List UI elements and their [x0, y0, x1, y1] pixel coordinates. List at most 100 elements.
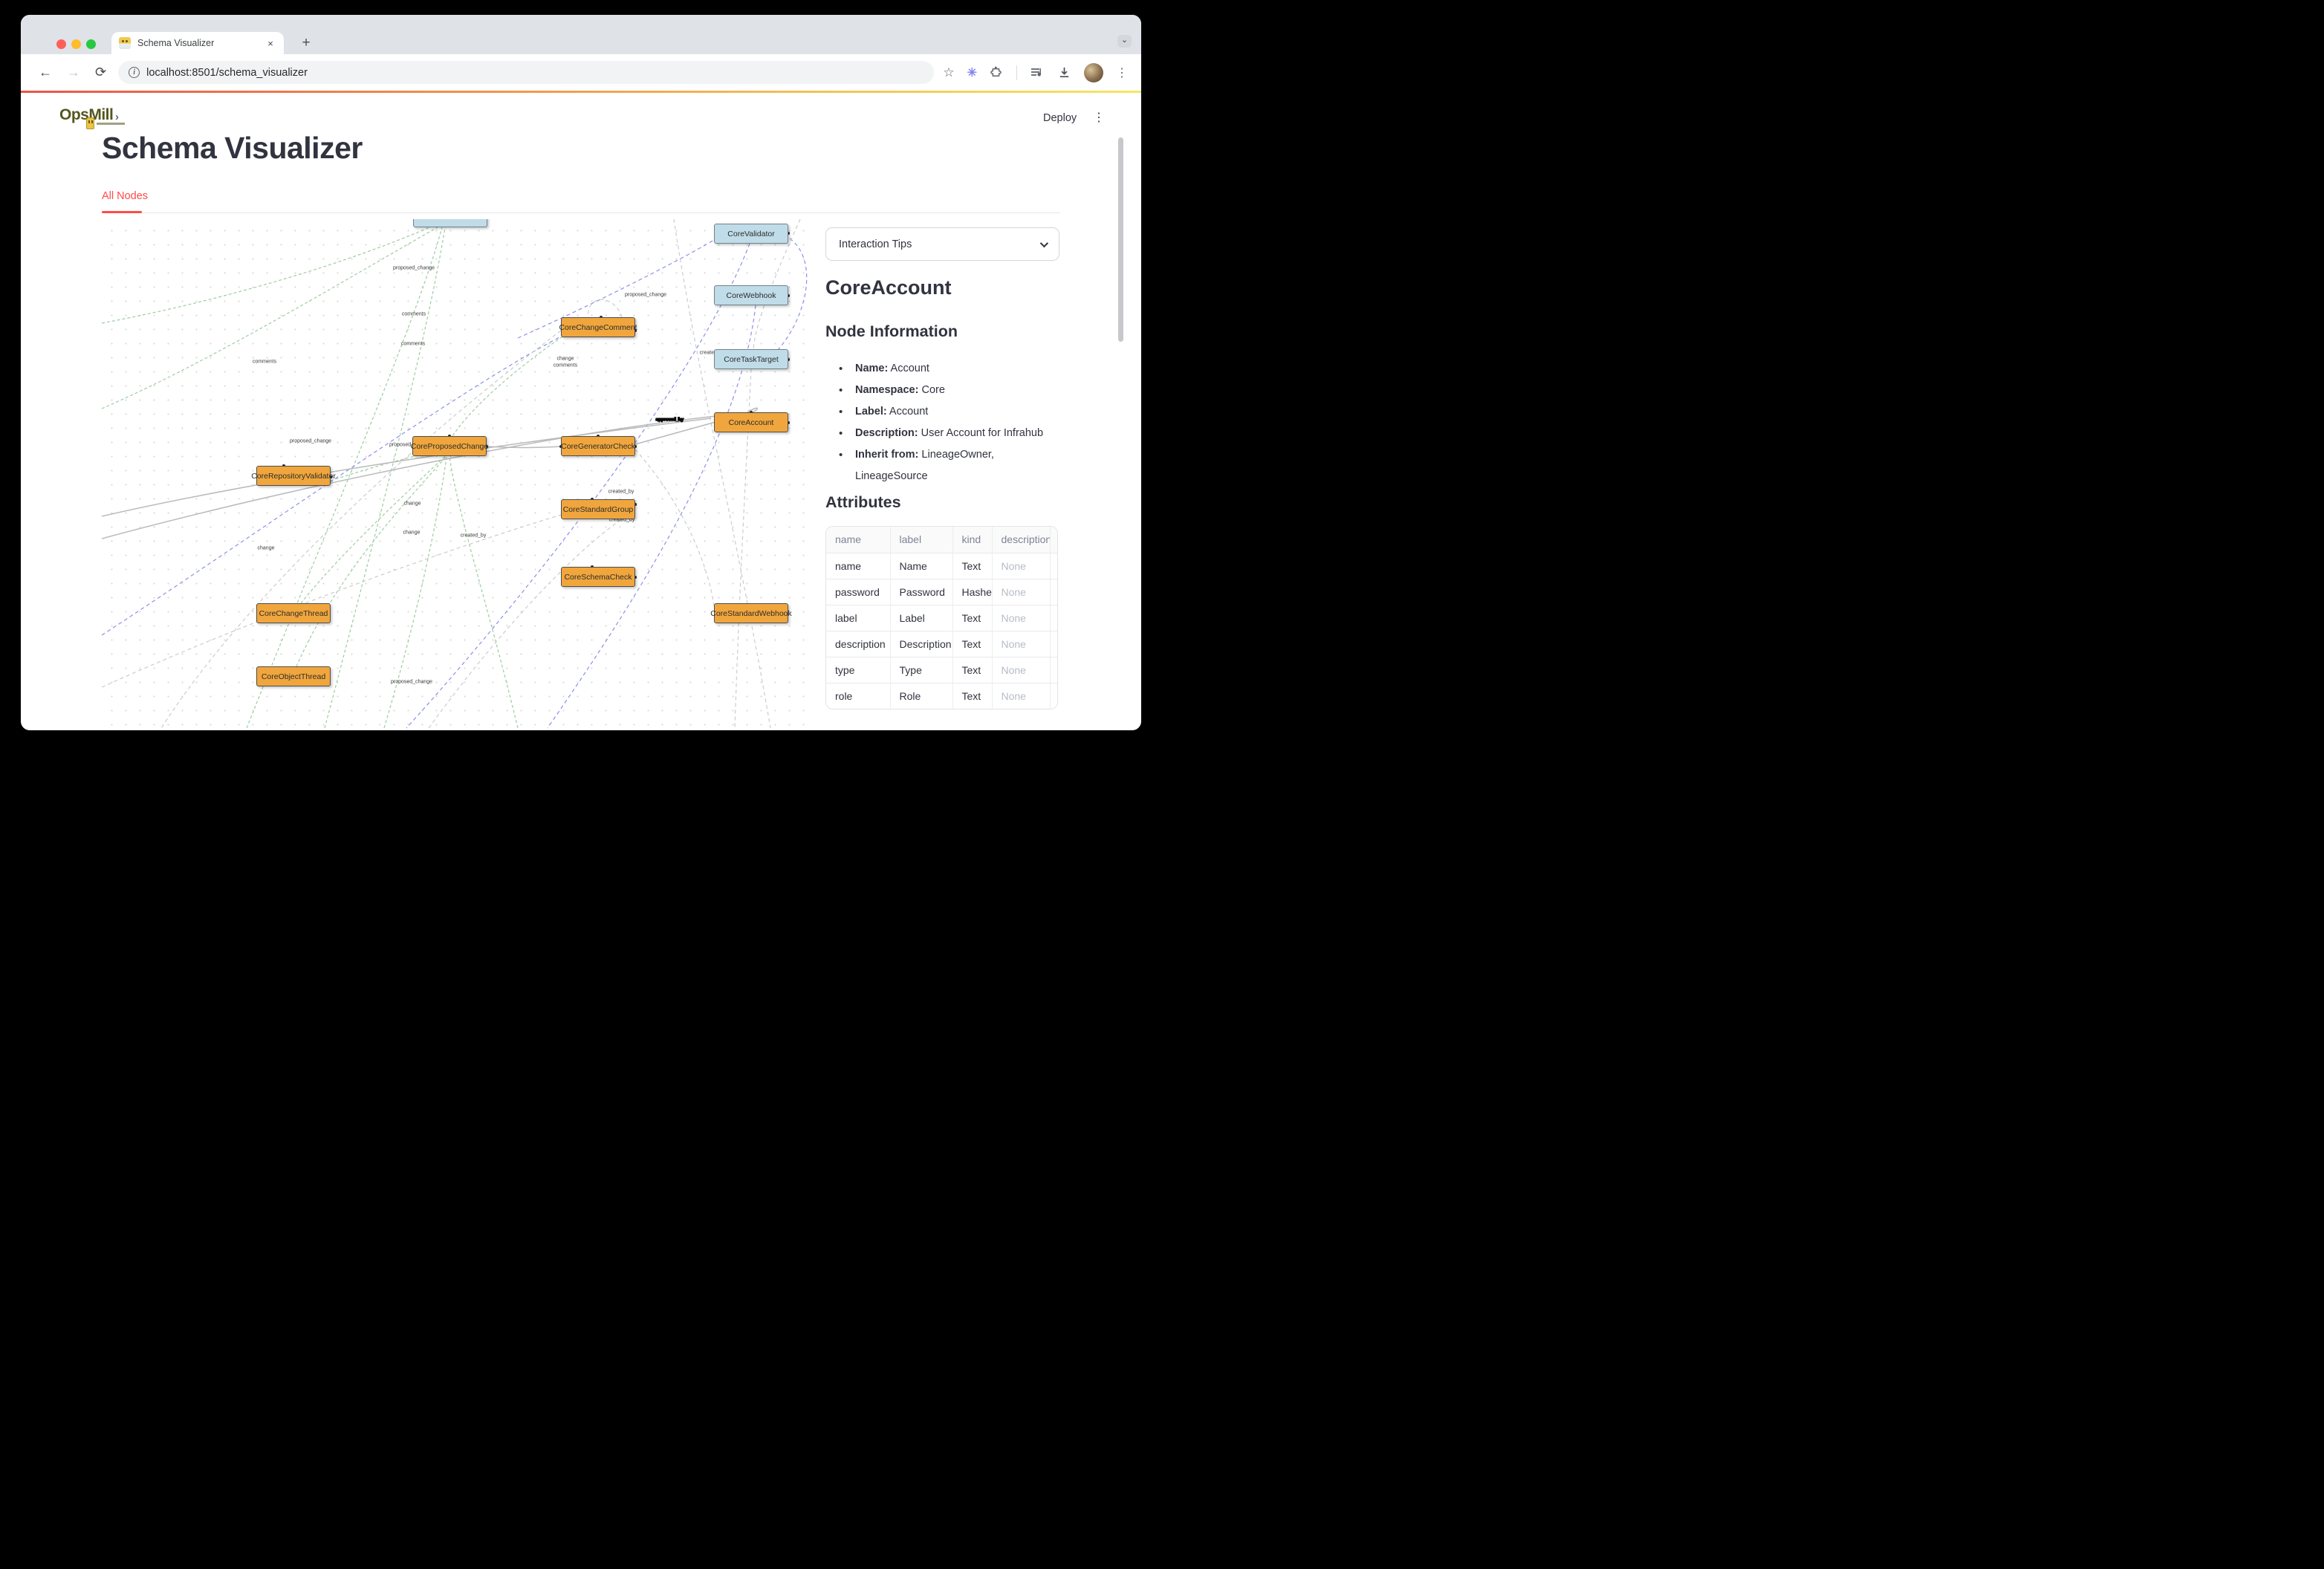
graph-node-CoreWebhook[interactable]: CoreWebhook: [714, 285, 788, 305]
browser-menu-icon[interactable]: ⋮: [1116, 65, 1128, 80]
tab-search-button[interactable]: ⌄: [1117, 35, 1132, 48]
maximize-window-button[interactable]: [86, 39, 96, 49]
table-row: passwordPasswordHashedPasswordNoneNone: [826, 579, 1058, 605]
edge-label: proposed_change: [290, 439, 331, 444]
attr-col-header: kind: [952, 527, 992, 553]
graph-node-CoreChangeThread[interactable]: CoreChangeThread: [256, 603, 331, 623]
window-controls[interactable]: [56, 39, 96, 49]
edge-label: proposed_change: [393, 266, 435, 271]
page-title: Schema Visualizer: [102, 131, 363, 166]
bookmark-star-icon[interactable]: ☆: [943, 65, 954, 80]
media-playlist-icon[interactable]: [1030, 66, 1045, 79]
attr-col-header: description: [992, 527, 1050, 553]
graph-node-CoreChangeComment[interactable]: CoreChangeComment: [561, 317, 635, 337]
opsmill-robot-icon: [86, 117, 94, 129]
tabs-divider: [102, 212, 1060, 213]
attr-cell: label: [826, 605, 890, 631]
attr-col-header: default_value: [1050, 527, 1058, 553]
edge-label: comments: [253, 360, 276, 365]
node-info-item: Label: Account: [839, 401, 1065, 423]
attributes-table[interactable]: namelabelkinddescriptiondefault_value na…: [825, 526, 1058, 709]
attr-cell: User: [1050, 657, 1058, 683]
address-bar[interactable]: i localhost:8501/schema_visualizer: [118, 61, 934, 84]
table-row: descriptionDescriptionTextNoneNone: [826, 631, 1058, 657]
deploy-button[interactable]: Deploy: [1043, 112, 1077, 124]
graph-node-CoreRepositoryValidator[interactable]: CoreRepositoryValidator: [256, 466, 331, 486]
attr-cell: read-write: [1050, 683, 1058, 709]
extensions-puzzle-icon[interactable]: [990, 65, 1004, 79]
site-info-icon[interactable]: i: [129, 67, 140, 78]
chevron-down-icon: [1040, 238, 1048, 247]
edge-label: created_by: [461, 533, 487, 539]
graph-node-CoreStandardGroup[interactable]: CoreStandardGroup: [561, 499, 635, 519]
node-information-heading: Node Information: [825, 322, 958, 341]
back-icon[interactable]: ←: [39, 65, 52, 80]
close-window-button[interactable]: [56, 39, 66, 49]
attr-cell: None: [1050, 553, 1058, 579]
edge-label: created_by: [608, 490, 634, 495]
minimize-window-button[interactable]: [71, 39, 81, 49]
edge-label: comments: [554, 363, 577, 368]
attr-cell: None: [992, 579, 1050, 605]
attr-cell: Text: [952, 657, 992, 683]
table-row: labelLabelTextNoneNone: [826, 605, 1058, 631]
attr-cell: None: [992, 683, 1050, 709]
edge-label: approved_by: [656, 418, 684, 423]
attr-cell: Label: [890, 605, 952, 631]
new-tab-button[interactable]: +: [297, 34, 315, 52]
selected-node-title: CoreAccount: [825, 276, 952, 299]
node-info-item: Name: Account: [839, 358, 1065, 380]
attr-cell: Password: [890, 579, 952, 605]
app-menu-icon[interactable]: ⋮: [1093, 110, 1105, 125]
graph-node-CoreObjectThread[interactable]: CoreObjectThread: [256, 666, 331, 686]
table-row: roleRoleTextNoneread-write: [826, 683, 1058, 709]
graph-node-CoreStandardWebhook[interactable]: CoreStandardWebhook: [714, 603, 788, 623]
tab-close-icon[interactable]: ×: [264, 38, 276, 49]
graph-node-CoreValidator[interactable]: CoreValidator: [714, 224, 788, 244]
attr-cell: role: [826, 683, 890, 709]
extension-burst-icon[interactable]: ✳: [967, 65, 977, 80]
attr-cell: HashedPassword: [952, 579, 992, 605]
edge-label: change: [557, 357, 574, 362]
opsmill-tagline: [97, 123, 125, 125]
node-info-item: Description: User Account for Infrahub: [839, 423, 1065, 444]
sidebar-expand-icon[interactable]: ›: [115, 111, 119, 123]
page-scrollbar[interactable]: [1118, 137, 1123, 342]
attributes-heading: Attributes: [825, 493, 901, 512]
tab-favicon-icon: [119, 37, 131, 49]
forward-icon: →: [67, 65, 80, 80]
browser-tab[interactable]: Schema Visualizer ×: [111, 32, 284, 54]
edge-label: proposed_change: [625, 293, 666, 298]
attr-cell: None: [1050, 605, 1058, 631]
graph-edges: [102, 219, 814, 729]
table-row: typeTypeTextNoneUser: [826, 657, 1058, 683]
browser-window: Schema Visualizer × + ⌄ ← → ⟳ i localhos…: [21, 15, 1141, 730]
attr-cell: Description: [890, 631, 952, 657]
tab-all-nodes[interactable]: All Nodes: [102, 190, 148, 202]
graph-node-CoreTaskTarget[interactable]: CoreTaskTarget: [714, 349, 788, 369]
node-info-item: Namespace: Core: [839, 380, 1065, 401]
download-icon[interactable]: [1057, 65, 1071, 79]
toolbar-separator: [1016, 65, 1017, 80]
attr-cell: type: [826, 657, 890, 683]
schema-graph-canvas[interactable]: proposed_changecommentscommentscommentsc…: [102, 219, 814, 729]
streamlit-decoration-bar: [21, 91, 1141, 93]
attr-cell: None: [1050, 631, 1058, 657]
graph-node-CoreAccount[interactable]: CoreAccount: [714, 412, 788, 432]
profile-avatar[interactable]: [1084, 63, 1103, 82]
edge-label: comments: [402, 312, 426, 317]
reload-icon[interactable]: ⟳: [95, 65, 106, 80]
graph-node-CoreGeneratorCheck[interactable]: CoreGeneratorCheck: [561, 436, 635, 456]
edge-label: change: [404, 501, 421, 507]
graph-node-CoreSchemaCheck[interactable]: CoreSchemaCheck: [561, 567, 635, 587]
attr-cell: name: [826, 553, 890, 579]
attr-cell: None: [992, 605, 1050, 631]
attr-cell: description: [826, 631, 890, 657]
url-text[interactable]: localhost:8501/schema_visualizer: [146, 67, 308, 79]
attr-cell: Text: [952, 683, 992, 709]
graph-node-partial[interactable]: [413, 219, 487, 227]
interaction-tips-expander[interactable]: Interaction Tips: [825, 227, 1059, 261]
node-information-list: Name: AccountNamespace: CoreLabel: Accou…: [839, 358, 1065, 487]
graph-node-CoreProposedChange[interactable]: CoreProposedChange: [412, 436, 487, 456]
table-row: nameNameTextNoneNone: [826, 553, 1058, 579]
